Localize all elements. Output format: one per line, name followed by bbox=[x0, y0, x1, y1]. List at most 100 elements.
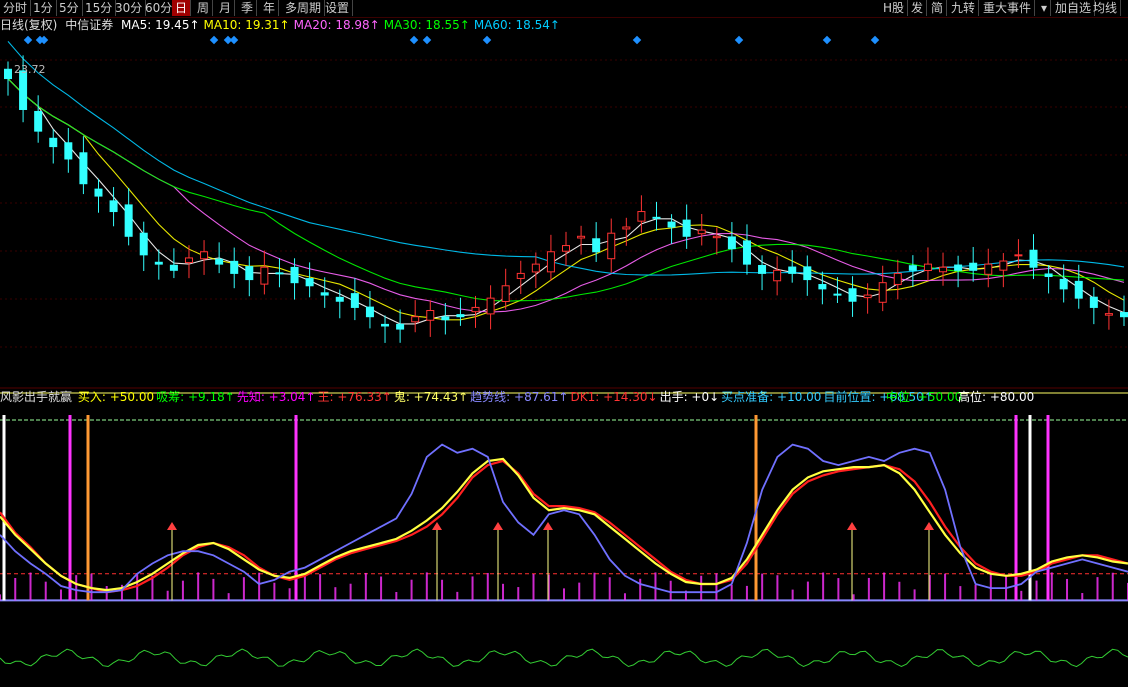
candle-body bbox=[456, 314, 465, 318]
candle-body bbox=[788, 266, 797, 274]
indicator-item-8: 买点准备: +10.00 bbox=[721, 390, 822, 404]
signal-diamond-marker bbox=[734, 35, 744, 45]
buy-arrow-icon bbox=[432, 522, 442, 530]
candle-body bbox=[64, 142, 73, 160]
signal-diamond-marker bbox=[870, 35, 880, 45]
candle-body bbox=[260, 266, 269, 285]
candle-body bbox=[426, 310, 435, 321]
candle-body bbox=[184, 257, 193, 264]
candle-body bbox=[79, 152, 88, 185]
candle-body bbox=[939, 266, 948, 273]
candle-body bbox=[607, 232, 616, 260]
candle-body bbox=[999, 260, 1008, 271]
candle-body bbox=[396, 323, 405, 330]
candle-body bbox=[562, 245, 570, 252]
candle-body bbox=[320, 292, 329, 296]
high-level-label: 高位: +80.00 bbox=[958, 390, 1035, 404]
candle-body bbox=[486, 297, 495, 315]
candle-body bbox=[124, 204, 133, 237]
candle-body bbox=[49, 137, 58, 148]
candle-body bbox=[1089, 296, 1098, 308]
mid-level-label: 中位: +50.00 bbox=[886, 390, 963, 404]
candle-body bbox=[471, 306, 480, 313]
candle-body bbox=[531, 263, 540, 273]
kline-chart[interactable] bbox=[0, 0, 1128, 687]
candle-body bbox=[848, 288, 857, 302]
buy-arrow-icon bbox=[493, 522, 503, 530]
ma-line-ma5 bbox=[7, 78, 1125, 325]
candle-body bbox=[667, 221, 676, 228]
candle-body bbox=[335, 296, 344, 302]
buy-arrow-icon bbox=[543, 522, 553, 530]
price-high-label: 23.72 bbox=[14, 63, 46, 76]
candle-body bbox=[878, 282, 887, 303]
signal-diamond-marker bbox=[482, 35, 492, 45]
candle-body bbox=[245, 266, 254, 281]
candle-body bbox=[742, 240, 751, 265]
candle-body bbox=[350, 293, 359, 308]
candle-body bbox=[230, 260, 239, 274]
indicator-item-4: 鬼: +74.43↑ bbox=[393, 390, 469, 404]
candle-body bbox=[290, 266, 299, 284]
buy-arrow-icon bbox=[847, 522, 857, 530]
candle-body bbox=[727, 236, 736, 250]
candle-body bbox=[592, 238, 601, 253]
signal-diamond-marker bbox=[822, 35, 832, 45]
candle-body bbox=[622, 226, 631, 230]
candle-body bbox=[1104, 313, 1113, 316]
candle-body bbox=[365, 306, 374, 318]
signal-diamond-marker bbox=[632, 35, 642, 45]
candle-body bbox=[1120, 312, 1128, 318]
indicator-line-2 bbox=[0, 443, 1128, 594]
candle-body bbox=[94, 188, 103, 197]
candle-body bbox=[637, 211, 646, 222]
ma-line-ma10 bbox=[7, 78, 1125, 321]
candle-body bbox=[712, 235, 721, 239]
candle-body bbox=[4, 68, 12, 80]
candle-body bbox=[697, 229, 706, 235]
candle-body bbox=[169, 264, 178, 271]
candle-body bbox=[1044, 273, 1053, 277]
indicator-line-1 bbox=[0, 457, 1128, 592]
candle-body bbox=[803, 266, 812, 281]
candle-body bbox=[969, 262, 978, 271]
candle-body bbox=[833, 293, 842, 296]
candle-body bbox=[923, 263, 932, 272]
candle-body bbox=[34, 110, 43, 132]
candle-body bbox=[1029, 249, 1038, 268]
indicator-item-6: DK1: +14.30↓ bbox=[570, 390, 658, 404]
candle-body bbox=[19, 70, 28, 110]
candle-body bbox=[984, 263, 993, 275]
indicator-legend: 风影出手就赢 买入: +50.00 吸筹: +9.18↑ 先知: +3.04↑ 王: … bbox=[0, 389, 1128, 405]
candle-body bbox=[109, 200, 118, 213]
indicator-item-5: 趋势线: +87.61↑ bbox=[470, 390, 569, 404]
signal-diamond-marker bbox=[229, 35, 239, 45]
buy-arrow-icon bbox=[167, 522, 177, 530]
indicator-item-1: 吸筹: +9.18↑ bbox=[156, 390, 235, 404]
candle-body bbox=[818, 284, 827, 290]
indicator-item-2: 先知: +3.04↑ bbox=[236, 390, 316, 404]
candle-body bbox=[441, 316, 450, 321]
indicator-item-3: 王: +76.33↑ bbox=[317, 390, 392, 404]
indicator-item-7: 出手: +0↓ bbox=[659, 390, 720, 404]
buy-arrow-icon bbox=[924, 522, 934, 530]
signal-diamond-marker bbox=[23, 35, 33, 45]
candle-body bbox=[758, 264, 767, 274]
indicator-item-0: 买入: +50.00 bbox=[77, 390, 155, 404]
candle-body bbox=[863, 294, 872, 299]
candle-body bbox=[908, 265, 917, 271]
candle-body bbox=[139, 232, 148, 256]
candle-body bbox=[577, 235, 586, 239]
candle-body bbox=[501, 285, 510, 302]
candle-body bbox=[1059, 278, 1068, 290]
candle-body bbox=[652, 216, 661, 219]
candle-body bbox=[546, 251, 555, 273]
candle-body bbox=[773, 269, 782, 282]
candle-body bbox=[893, 272, 902, 285]
signal-diamond-marker bbox=[422, 35, 432, 45]
indicator-name: 风影出手就赢 bbox=[0, 390, 73, 404]
signal-diamond-marker bbox=[409, 35, 419, 45]
candle-body bbox=[1074, 280, 1083, 299]
candle-body bbox=[305, 278, 314, 287]
candle-body bbox=[275, 272, 284, 275]
